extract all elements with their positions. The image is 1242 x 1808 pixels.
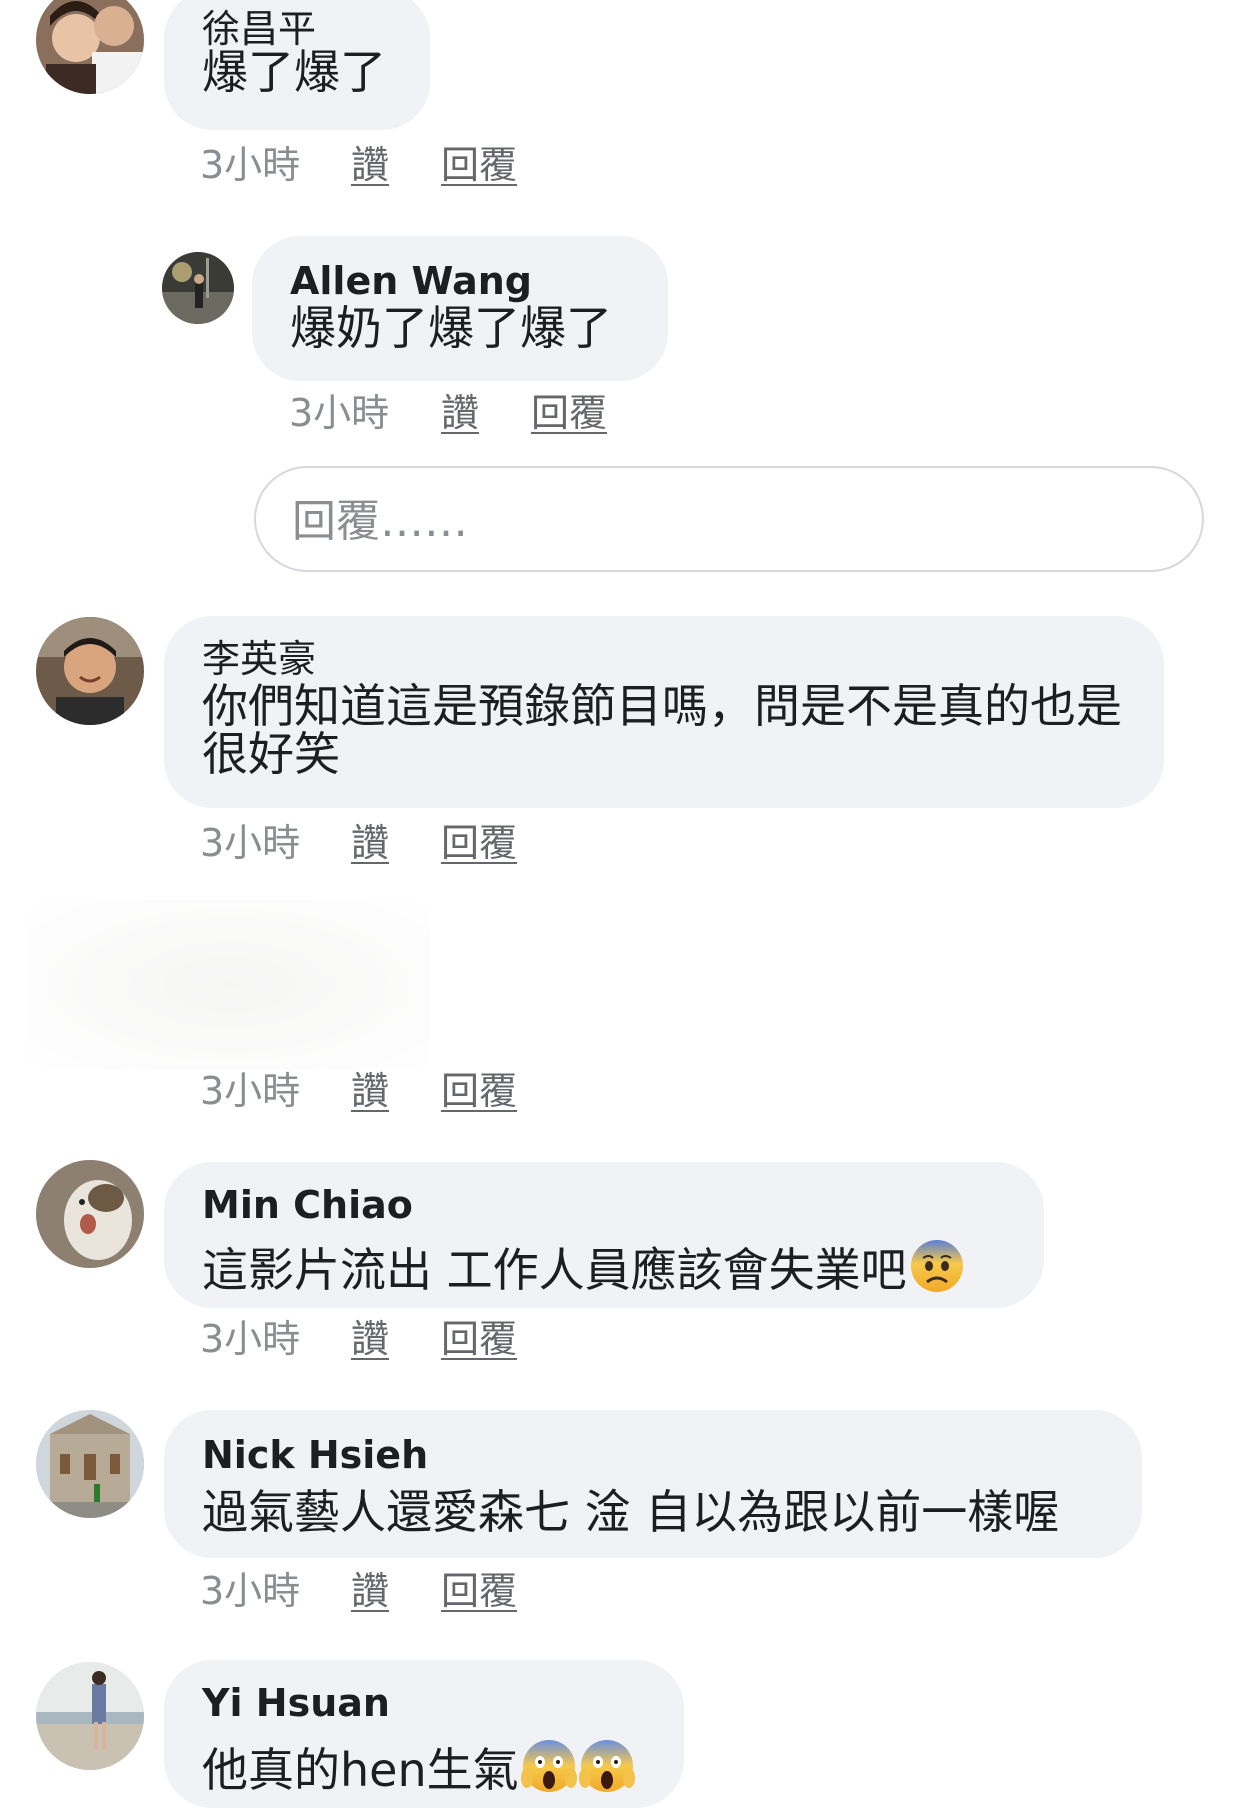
comment-timestamp[interactable]: 3小時 (200, 1320, 300, 1358)
avatar[interactable] (36, 0, 144, 94)
like-link[interactable]: 讚 (351, 824, 389, 862)
comment-author[interactable]: 李英豪 (202, 640, 316, 678)
comment-bubble: 徐昌平 爆了爆了 (164, 0, 430, 130)
reply-link[interactable]: 回覆 (441, 1072, 517, 1110)
avatar-building-photo-icon (36, 1410, 144, 1518)
comment-text: 爆奶了爆了爆了 (290, 301, 612, 355)
reply-link[interactable]: 回覆 (441, 1320, 517, 1358)
avatar[interactable] (36, 617, 144, 725)
like-link[interactable]: 讚 (351, 1572, 389, 1610)
like-link[interactable]: 讚 (351, 1320, 389, 1358)
reply-link[interactable]: 回覆 (441, 1572, 517, 1610)
reply-input-container[interactable] (254, 466, 1204, 572)
comment-author[interactable]: Nick Hsieh (202, 1436, 428, 1474)
comment-bubble: Yi Hsuan 他真的hen生氣 (164, 1660, 684, 1808)
avatar[interactable] (36, 1160, 144, 1268)
comment-text: 他真的hen生氣 (202, 1738, 635, 1794)
comment-text-content: 他真的hen生氣 (202, 1743, 519, 1797)
avatar-young-man-photo-icon (36, 617, 144, 725)
reply-link[interactable]: 回覆 (441, 146, 517, 184)
screaming-face-emoji-icon (578, 1740, 635, 1792)
avatar-beach-photo-icon (36, 1662, 144, 1770)
comment-timestamp[interactable]: 3小時 (200, 1572, 300, 1610)
comment-author[interactable]: Yi Hsuan (202, 1684, 390, 1722)
avatar-night-street-photo-icon (162, 252, 234, 324)
reply-input[interactable] (290, 488, 1154, 554)
redacted-area (30, 900, 430, 1070)
avatar-couple-photo-icon (36, 0, 144, 94)
comment-author[interactable]: Allen Wang (290, 262, 532, 300)
comment-text: 爆了爆了 (202, 45, 386, 99)
comment-bubble: Min Chiao 這影片流出 工作人員應該會失業吧 (164, 1162, 1044, 1308)
comment-text: 這影片流出 工作人員應該會失業吧 (202, 1238, 965, 1294)
reply-link[interactable]: 回覆 (531, 394, 607, 432)
avatar[interactable] (36, 1410, 144, 1518)
comment-text: 你們知道這是預錄節目嗎，問是不是真的也是很好笑 (202, 679, 1122, 781)
like-link[interactable]: 讚 (351, 1072, 389, 1110)
comment-author[interactable]: 徐昌平 (202, 10, 316, 48)
comment-timestamp[interactable]: 3小時 (200, 1072, 300, 1110)
comment-text-content: 這影片流出 工作人員應該會失業吧 (202, 1243, 907, 1297)
comment-timestamp[interactable]: 3小時 (200, 824, 300, 862)
comment-timestamp[interactable]: 3小時 (289, 394, 389, 432)
comment-bubble: Nick Hsieh 過氣藝人還愛森七 淦 自以為跟以前一樣喔 (164, 1410, 1142, 1558)
comment-bubble: Allen Wang 爆奶了爆了爆了 (252, 236, 668, 381)
reply-link[interactable]: 回覆 (441, 824, 517, 862)
comment-text: 過氣藝人還愛森七 淦 自以為跟以前一樣喔 (202, 1485, 1060, 1539)
avatar[interactable] (162, 252, 234, 324)
like-link[interactable]: 讚 (441, 394, 479, 432)
fearful-face-emoji-icon (910, 1240, 963, 1292)
comment-timestamp[interactable]: 3小時 (200, 146, 300, 184)
comment-author[interactable]: Min Chiao (202, 1186, 413, 1224)
screaming-face-emoji-icon (520, 1740, 577, 1792)
like-link[interactable]: 讚 (351, 146, 389, 184)
avatar[interactable] (36, 1662, 144, 1770)
comment-bubble: 李英豪 你們知道這是預錄節目嗎，問是不是真的也是很好笑 (164, 616, 1164, 808)
avatar-cat-photo-icon (36, 1160, 144, 1268)
